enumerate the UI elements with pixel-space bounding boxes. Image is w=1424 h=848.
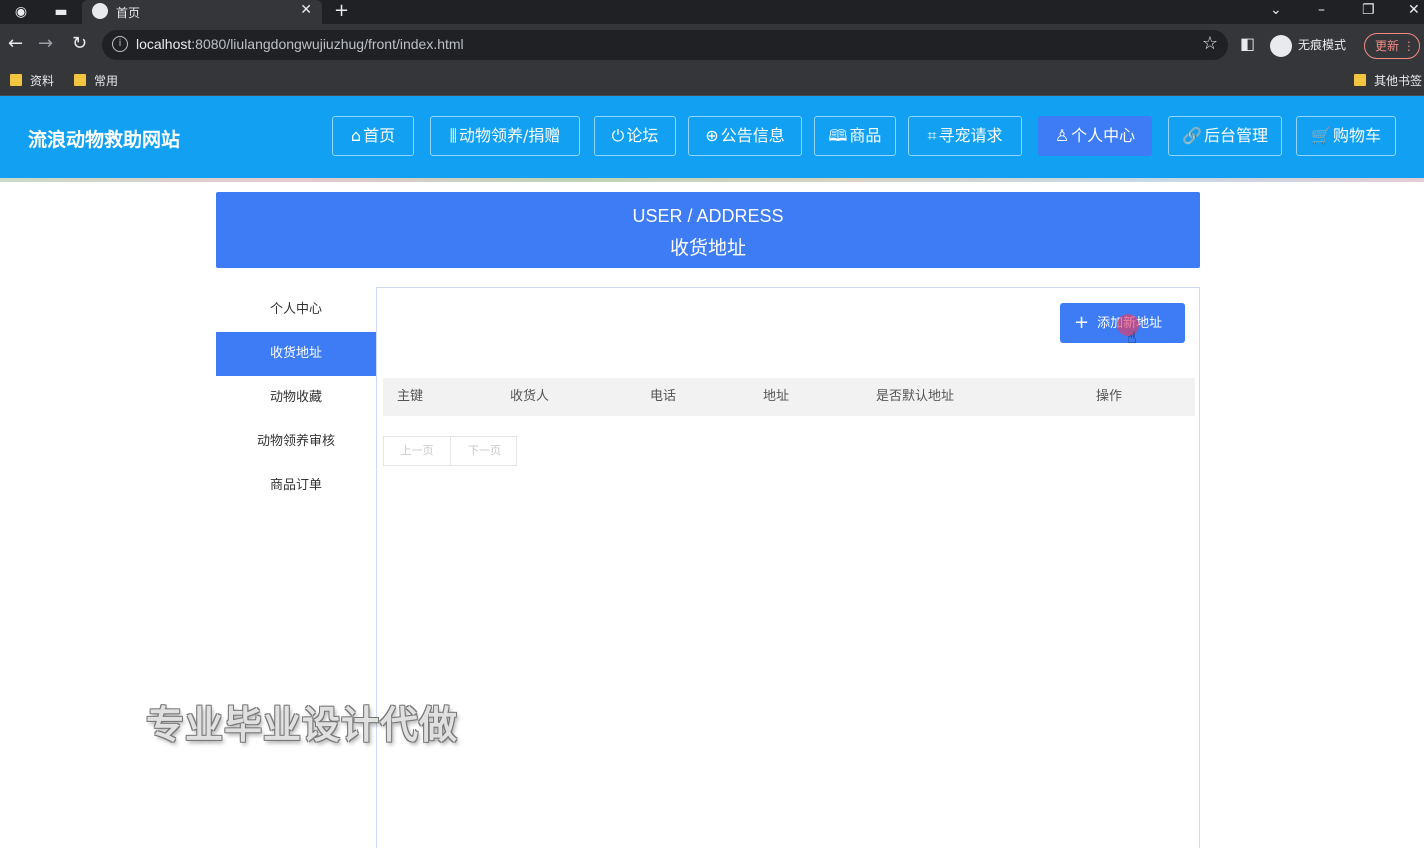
update-button[interactable]: 更新 ⋮ [1364, 33, 1420, 59]
column-header: 收货人 [510, 389, 550, 404]
nav-home[interactable]: ⌂ 首页 [332, 116, 414, 156]
site-header: 流浪动物救助网站 ⌂ 首页 ⫼ 动物领养/捐赠 ⏻ 论坛 ⊕ 公告信息 🕮 商品 ⌗ 寻宠请… [0, 96, 1424, 178]
pagination: 上一页 下一页 [383, 436, 517, 466]
cart-icon: 🛒 [1311, 126, 1331, 145]
window-close-icon[interactable]: ✕ [1408, 0, 1420, 20]
incognito-indicator[interactable]: 无痕模式 [1270, 30, 1346, 60]
globe-icon: ⊕ [705, 126, 719, 145]
minimize-icon[interactable]: – [1318, 0, 1325, 20]
side-item-orders[interactable]: 商品订单 [216, 464, 376, 508]
nav-adoption[interactable]: ⫼ 动物领养/捐赠 [430, 116, 580, 156]
nav-goods[interactable]: 🕮 商品 [814, 116, 896, 156]
tab-title: 首页 [116, 6, 141, 20]
side-item-personal-center[interactable]: 个人中心 [216, 288, 376, 332]
incognito-icon [1270, 34, 1292, 57]
column-header: 电话 [650, 389, 677, 404]
url-text: localhost:8080/liulangdongwujiuzhug/fron… [136, 36, 464, 52]
table-header: 主键 收货人 电话 地址 是否默认地址 操作 [383, 378, 1195, 416]
side-panel-icon[interactable]: ◧ [1240, 34, 1255, 54]
site-title: 流浪动物救助网站 [28, 129, 181, 151]
restore-icon[interactable]: ❐ [1362, 0, 1375, 20]
bookmarks-bar: 资料 常用 其他书签 [0, 66, 1424, 96]
background-image-strip [0, 178, 1424, 182]
forward-icon[interactable]: → [38, 34, 53, 54]
nav-admin[interactable]: 🔗 后台管理 [1168, 116, 1282, 156]
user-icon: ♙ [1054, 126, 1070, 145]
folder-icon [1354, 74, 1366, 86]
home-icon: ⌂ [350, 126, 362, 145]
hand-cursor-icon: ☝ [1127, 328, 1137, 347]
side-item-adoption-review[interactable]: 动物领养审核 [216, 420, 376, 464]
side-item-address[interactable]: 收货地址 [216, 332, 376, 376]
nav-personal-center[interactable]: ♙ 个人中心 [1038, 116, 1152, 156]
watermark-text: 专业毕业设计代做 [146, 703, 459, 747]
plus-icon: + [1074, 312, 1090, 333]
power-icon: ⏻ [611, 126, 625, 145]
reload-icon[interactable]: ↻ [72, 34, 87, 54]
browser-toolbar: ← → ↻ i localhost:8080/liulangdongwujiuz… [0, 24, 1424, 66]
nav-pet-search[interactable]: ⌗ 寻宠请求 [908, 116, 1022, 156]
folder-icon [74, 74, 86, 86]
prev-page-button[interactable]: 上一页 [384, 437, 451, 465]
link-icon: 🔗 [1182, 126, 1202, 145]
column-header: 操作 [1096, 389, 1123, 404]
new-tab-icon[interactable]: + [334, 0, 349, 22]
folder-icon [10, 74, 22, 86]
address-panel: +添加新地址 ☝ 主键 收货人 电话 地址 是否默认地址 操作 上一页 下一页 [376, 287, 1200, 848]
column-header: 是否默认地址 [876, 389, 955, 404]
bookmark-folder[interactable]: 资料 [10, 72, 54, 90]
next-page-button[interactable]: 下一页 [451, 437, 518, 465]
chevron-down-icon[interactable]: ⌄ [1270, 0, 1282, 20]
close-icon[interactable]: ✕ [300, 2, 312, 18]
tab-search-icon[interactable]: ▬ [52, 3, 70, 21]
book-icon: 🕮 [828, 126, 848, 145]
nav-notices[interactable]: ⊕ 公告信息 [688, 116, 802, 156]
browser-tab[interactable]: 首页 ✕ [82, 0, 322, 24]
column-header: 地址 [763, 389, 790, 404]
tag-icon: ⌗ [927, 126, 937, 145]
address-bar[interactable]: i localhost:8080/liulangdongwujiuzhug/fr… [102, 30, 1228, 60]
info-icon[interactable]: i [112, 36, 128, 52]
browser-profile-icon[interactable]: ◉ [12, 3, 30, 21]
browser-tab-bar: ◉ ▬ 首页 ✕ + ⌄ – ❐ ✕ [0, 0, 1424, 24]
nav-forum[interactable]: ⏻ 论坛 [594, 116, 676, 156]
back-icon[interactable]: ← [8, 34, 23, 54]
column-header: 主键 [397, 389, 424, 404]
adoption-icon: ⫼ [449, 126, 457, 145]
banner-subtitle: USER / ADDRESS [632, 206, 784, 226]
bookmark-star-icon[interactable]: ☆ [1202, 33, 1218, 54]
globe-icon [92, 3, 108, 19]
page-banner: USER / ADDRESS 收货地址 [216, 192, 1200, 268]
nav-cart[interactable]: 🛒 购物车 [1296, 116, 1396, 156]
page-title: 收货地址 [669, 237, 746, 259]
other-bookmarks[interactable]: 其他书签 [1354, 72, 1422, 90]
side-item-favorites[interactable]: 动物收藏 [216, 376, 376, 420]
bookmark-folder[interactable]: 常用 [74, 72, 118, 90]
